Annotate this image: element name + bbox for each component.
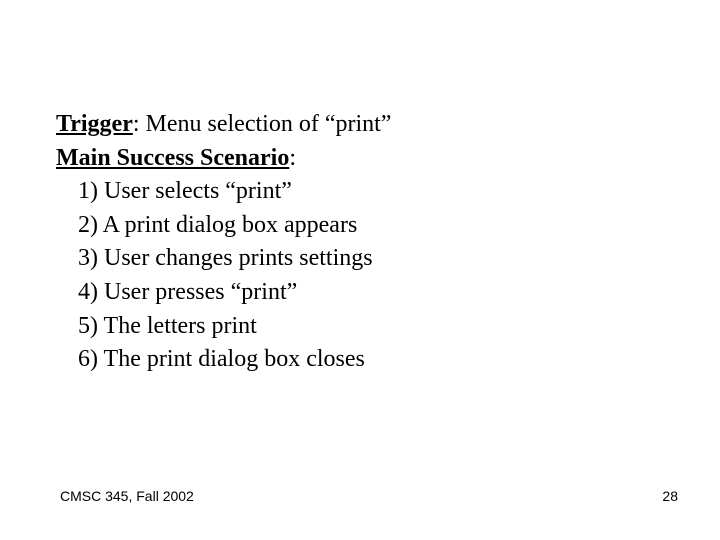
step-3: 3) User changes prints settings — [78, 242, 391, 276]
step-6: 6) The print dialog box closes — [78, 343, 391, 377]
scenario-heading-line: Main Success Scenario: — [56, 142, 391, 176]
trigger-line: Trigger: Menu selection of “print” — [56, 108, 391, 142]
step-4: 4) User presses “print” — [78, 276, 391, 310]
steps-list: 1) User selects “print” 2) A print dialo… — [56, 175, 391, 377]
footer-course: CMSC 345, Fall 2002 — [60, 488, 194, 504]
slide-body: Trigger: Menu selection of “print” Main … — [56, 108, 391, 377]
trigger-label: Trigger — [56, 111, 133, 137]
trigger-value: : Menu selection of “print” — [133, 111, 392, 137]
step-5: 5) The letters print — [78, 310, 391, 344]
step-2: 2) A print dialog box appears — [78, 209, 391, 243]
footer-page-number: 28 — [662, 488, 678, 504]
scenario-label: Main Success Scenario — [56, 145, 289, 171]
scenario-colon: : — [289, 145, 296, 171]
slide-footer: CMSC 345, Fall 2002 28 — [60, 488, 678, 504]
step-1: 1) User selects “print” — [78, 175, 391, 209]
